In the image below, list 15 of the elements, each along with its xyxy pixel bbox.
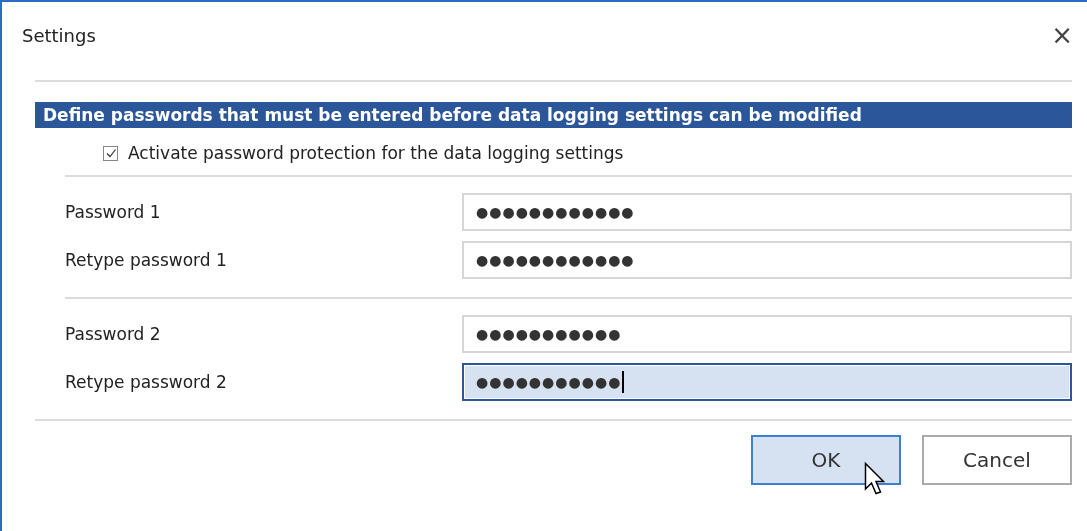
window-title: Settings (22, 24, 96, 46)
field-label: Retype password 1 (65, 250, 228, 270)
dialog-button[interactable]: OK (751, 435, 901, 485)
checkbox[interactable] (103, 145, 118, 161)
close-button[interactable]: × (1043, 20, 1081, 50)
dialog-button[interactable]: Cancel (922, 435, 1072, 485)
password-field[interactable]: ●●●●●●●●●●● (462, 363, 1072, 401)
password-field[interactable]: ●●●●●●●●●●●● (462, 193, 1072, 231)
checkbox-label: Activate password protection for the data logging settings (128, 143, 624, 163)
field-label: Retype password 2 (65, 372, 228, 392)
field-label: Password 1 (65, 202, 162, 222)
section-heading: Define passwords that must be entered before data logging settings can be modified (35, 102, 1072, 128)
field-label: Password 2 (65, 324, 162, 344)
password-field[interactable]: ●●●●●●●●●●●● (462, 241, 1072, 279)
password-field[interactable]: ●●●●●●●●●●● (462, 315, 1072, 353)
